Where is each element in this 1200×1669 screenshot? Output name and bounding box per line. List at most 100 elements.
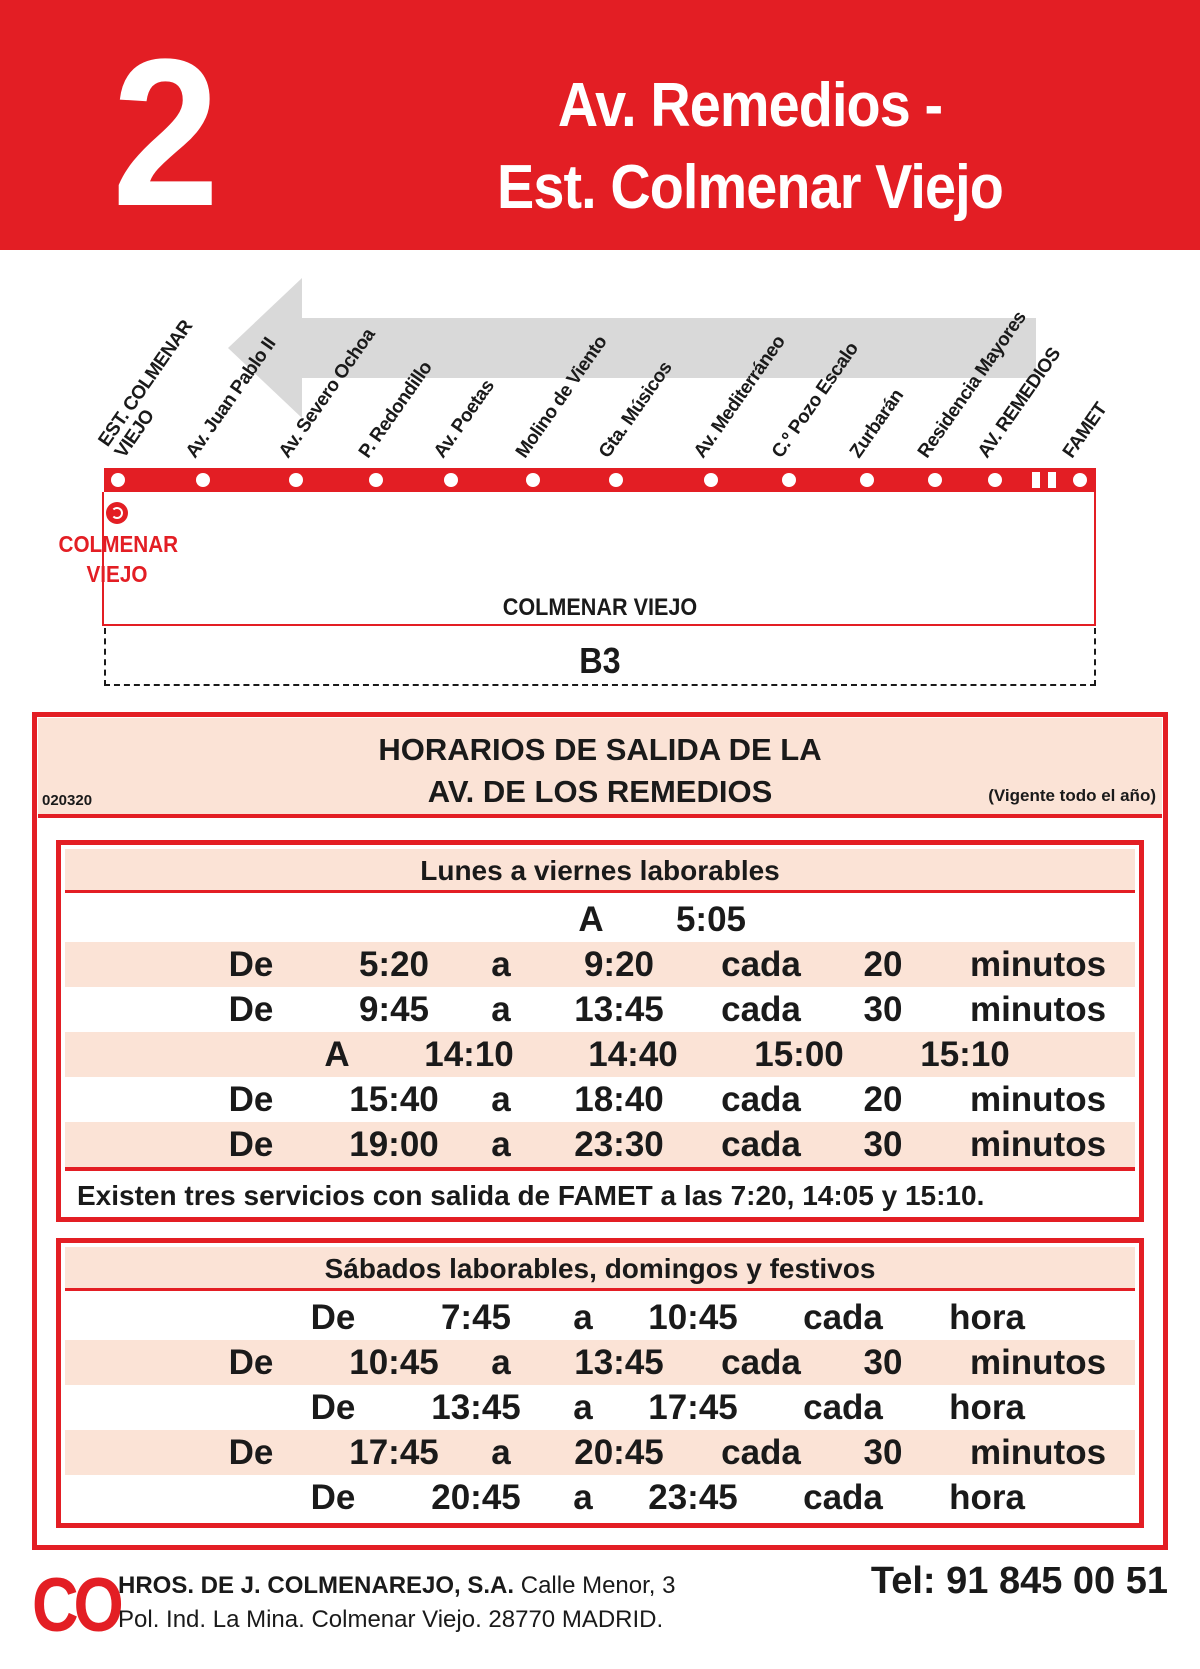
schedule-cell: 13:45	[574, 1343, 664, 1382]
schedule-cell: 10:45	[648, 1298, 738, 1337]
schedule-cell: De	[228, 1343, 274, 1382]
schedule-cell: De	[228, 945, 274, 984]
schedule-cell: De	[228, 1125, 274, 1164]
schedule-cell: hora	[949, 1478, 1025, 1517]
schedule-row: De 13:45 a 17:45 cada hora	[65, 1385, 1135, 1430]
schedule-cell: cada	[721, 1343, 801, 1382]
route-break	[1032, 472, 1040, 488]
schedule-cell: a	[573, 1388, 593, 1427]
schedule-cell: De	[228, 1433, 274, 1472]
schedule-cell: 15:40	[349, 1080, 439, 1119]
schedule-cell: A	[324, 1035, 350, 1074]
schedule-row: De 9:45 a 13:45 cada 30 minutos	[65, 987, 1135, 1032]
schedule-cell: 23:45	[648, 1478, 738, 1517]
rail-station-icon	[106, 502, 128, 524]
weekday-heading: Lunes a viernes laborables	[65, 849, 1135, 893]
schedule-cell: 15:10	[920, 1035, 1010, 1074]
stop-marker	[111, 473, 125, 487]
schedule-cell: cada	[803, 1388, 883, 1427]
schedule-row: A 5:05	[65, 897, 1135, 942]
schedule-cell: 10:45	[349, 1343, 439, 1382]
schedule-cell: 20:45	[431, 1478, 521, 1517]
schedule-cell: 14:40	[588, 1035, 678, 1074]
schedule-row: De 5:20 a 9:20 cada 20 minutos	[65, 942, 1135, 987]
schedule-cell: a	[491, 1080, 511, 1119]
schedule-cell: 9:45	[358, 990, 430, 1029]
stop-marker	[444, 473, 458, 487]
route-line	[104, 468, 1096, 492]
schedule-cell: a	[573, 1478, 593, 1517]
schedule-cell: minutos	[969, 990, 1107, 1029]
schedule-cell: 30	[863, 1125, 903, 1164]
schedule-cell: A	[578, 900, 604, 939]
weekend-rows: De 7:45 a 10:45 cada hora De 10:45 a 13:45 cada 30 m…	[61, 1295, 1139, 1520]
weekend-schedule: Sábados laborables, domingos y festivos …	[56, 1238, 1144, 1528]
schedule-cell: 30	[863, 990, 903, 1029]
schedule-cell: De	[310, 1388, 356, 1427]
weekday-rows: A 5:05 De 5:20 a 9:20 cada 20 minutos De 9:45 a 13:4…	[61, 897, 1139, 1167]
validity-note: (Vigente todo el año)	[988, 786, 1156, 805]
schedule-cell: cada	[721, 1125, 801, 1164]
stop-marker	[1073, 473, 1087, 487]
schedule-cell: a	[491, 990, 511, 1029]
schedule-cell: 18:40	[574, 1080, 664, 1119]
schedule-row: De 17:45 a 20:45 cada 30 minutos	[65, 1430, 1135, 1475]
schedule-cell: De	[228, 1080, 274, 1119]
company-line1: HROS. DE J. COLMENAREJO, S.A. Calle Meno…	[118, 1572, 675, 1600]
schedule-cell: 5:20	[358, 945, 430, 984]
schedule-cell: 7:45	[440, 1298, 512, 1337]
stop-marker	[196, 473, 210, 487]
schedule-cell: 30	[863, 1343, 903, 1382]
schedule-cell: 20	[863, 945, 903, 984]
company-address1: Calle Menor, 3	[514, 1572, 676, 1599]
schedule-title-line1: HORARIOS DE SALIDA DE LA	[378, 732, 822, 767]
stop-marker	[704, 473, 718, 487]
schedule-cell: a	[491, 1433, 511, 1472]
schedule-cell: De	[228, 990, 274, 1029]
schedule-cell: hora	[949, 1298, 1025, 1337]
schedule-cell: 20:45	[574, 1433, 664, 1472]
telephone: Tel: 91 845 00 51	[870, 1560, 1168, 1602]
weekday-schedule: Lunes a viernes laborables A 5:05 De 5:20 a 9…	[56, 840, 1144, 1222]
schedule-cell: a	[491, 945, 511, 984]
schedule-row: De 7:45 a 10:45 cada hora	[65, 1295, 1135, 1340]
schedule-cell: cada	[721, 990, 801, 1029]
schedule-header: HORARIOS DE SALIDA DE LA AV. DE LOS REME…	[38, 718, 1162, 818]
schedule-cell: 9:20	[583, 945, 655, 984]
company-logo: CO	[32, 1563, 124, 1648]
schedule-cell: 17:45	[648, 1388, 738, 1427]
start-town-text: COLMENAR VIEJO	[58, 531, 179, 587]
schedule-cell: a	[491, 1343, 511, 1382]
stop-marker	[988, 473, 1002, 487]
town-label: COLMENAR VIEJO	[502, 594, 698, 621]
company-address2: Pol. Ind. La Mina. Colmenar Viejo. 28770…	[118, 1606, 664, 1633]
schedule-cell: minutos	[969, 945, 1107, 984]
stop-marker	[526, 473, 540, 487]
route-break	[1048, 472, 1056, 488]
schedule-cell: minutos	[969, 1433, 1107, 1472]
diagram-right-line	[1094, 492, 1096, 626]
schedule-cell: cada	[803, 1478, 883, 1517]
town-boundary-line	[102, 624, 1096, 626]
schedule-cell: 13:45	[574, 990, 664, 1029]
schedule-cell: 20	[863, 1080, 903, 1119]
schedule-cell: 19:00	[349, 1125, 439, 1164]
schedule-cell: 17:45	[349, 1433, 439, 1472]
schedule-cell: minutos	[969, 1343, 1107, 1382]
schedule-cell: 30	[863, 1433, 903, 1472]
schedule-cell: 5:05	[675, 900, 747, 939]
schedule-cell: cada	[721, 1433, 801, 1472]
stop-marker	[369, 473, 383, 487]
stop-marker	[782, 473, 796, 487]
schedule-cell: 23:30	[574, 1125, 664, 1164]
schedule-cell: 15:00	[754, 1035, 844, 1074]
start-town-label: COLMENAR VIEJO	[58, 530, 179, 590]
schedule-cell: hora	[949, 1388, 1025, 1427]
schedule-cell: minutos	[969, 1125, 1107, 1164]
schedule-cell: 13:45	[431, 1388, 521, 1427]
schedule-cell: De	[310, 1478, 356, 1517]
schedule-row: De 20:45 a 23:45 cada hora	[65, 1475, 1135, 1520]
schedule-row: De 19:00 a 23:30 cada 30 minutos	[65, 1122, 1135, 1167]
stop-marker	[928, 473, 942, 487]
stop-marker	[609, 473, 623, 487]
